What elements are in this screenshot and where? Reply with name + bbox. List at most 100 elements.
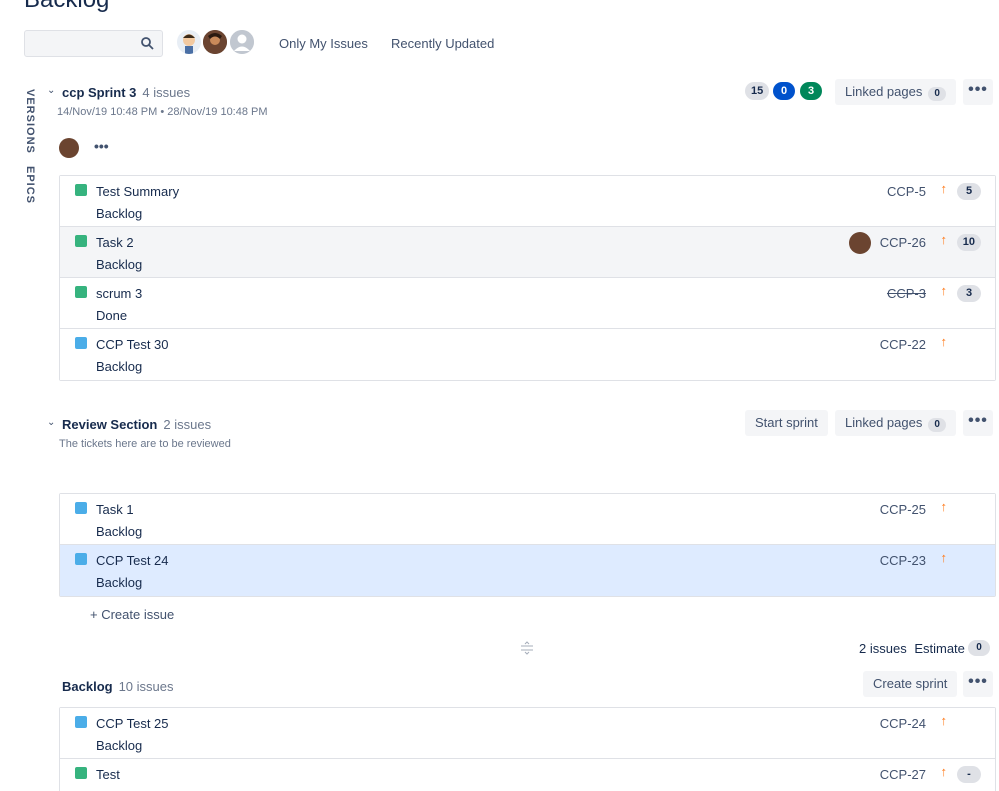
- sidebar-tab-epics[interactable]: EPICS: [24, 166, 36, 204]
- review-issue-list: Task 1 Backlog CCP-25 ↑ CCP Test 24 Back…: [59, 493, 996, 597]
- more-actions-button[interactable]: •••: [963, 671, 993, 697]
- list-item[interactable]: Task 2 Backlog CCP-26 ↑ 10: [60, 227, 995, 278]
- issue-key[interactable]: CCP-26: [880, 235, 926, 250]
- priority-high-icon: ↑: [940, 713, 948, 728]
- footer-issue-count: 2 issues: [859, 641, 907, 656]
- backlog-issue-list: CCP Test 25 Backlog CCP-24 ↑ Test CCP-27…: [59, 707, 996, 791]
- issue-key[interactable]: CCP-25: [880, 502, 926, 517]
- drag-handle-icon[interactable]: [520, 641, 534, 655]
- list-item[interactable]: Task 1 Backlog CCP-25 ↑: [60, 494, 995, 545]
- linked-pages-count: 0: [928, 87, 946, 101]
- filter-only-my-issues[interactable]: Only My Issues: [279, 36, 368, 51]
- sprint-issue-list: Test Summary Backlog CCP-5 ↑ 5 Task 2 Ba…: [59, 175, 996, 381]
- status-badge-done: 3: [800, 82, 822, 100]
- task-icon: [75, 502, 87, 514]
- start-sprint-button[interactable]: Start sprint: [745, 410, 828, 436]
- issue-key[interactable]: CCP-27: [880, 767, 926, 782]
- priority-high-icon: ↑: [940, 232, 948, 247]
- review-footer: 2 issues Estimate: [859, 641, 965, 656]
- linked-pages-button[interactable]: Linked pages 0: [835, 79, 956, 105]
- priority-high-icon: ↑: [940, 181, 948, 196]
- backlog-name: Backlog: [62, 679, 113, 694]
- backlog-issue-count: 10 issues: [118, 679, 174, 694]
- avatar[interactable]: [201, 28, 229, 56]
- search-input[interactable]: [24, 30, 163, 57]
- priority-high-icon: ↑: [940, 764, 948, 779]
- task-icon: [75, 337, 87, 349]
- task-icon: [75, 553, 87, 565]
- list-item[interactable]: CCP Test 25 Backlog CCP-24 ↑: [60, 708, 995, 759]
- issue-title[interactable]: CCP Test 30: [96, 337, 169, 352]
- issue-title[interactable]: CCP Test 25: [96, 716, 169, 731]
- list-item[interactable]: scrum 3 Done CCP-3 ↑ 3: [60, 278, 995, 329]
- issue-status: Backlog: [96, 738, 143, 753]
- priority-high-icon: ↑: [940, 499, 948, 514]
- sidebar-tab-versions[interactable]: VERSIONS: [24, 89, 36, 154]
- issue-status: Backlog: [96, 575, 143, 590]
- issue-status: Backlog: [96, 524, 143, 539]
- issue-key[interactable]: CCP-24: [880, 716, 926, 731]
- page-title: Backlog: [24, 0, 109, 14]
- priority-high-icon: ↑: [940, 283, 948, 298]
- issue-title[interactable]: Test Summary: [96, 184, 179, 199]
- filter-recently-updated[interactable]: Recently Updated: [391, 36, 494, 51]
- create-issue-button[interactable]: + Create issue: [90, 607, 174, 622]
- list-item[interactable]: Test CCP-27 ↑ -: [60, 759, 995, 791]
- issue-title[interactable]: Task 1: [96, 502, 134, 517]
- linked-pages-label: Linked pages: [845, 84, 923, 99]
- sprint-dates: 14/Nov/19 10:48 PM • 28/Nov/19 10:48 PM: [57, 106, 268, 118]
- estimate-badge: 10: [956, 234, 981, 251]
- list-item[interactable]: CCP Test 30 Backlog CCP-22 ↑: [60, 329, 995, 380]
- backlog-header: Backlog 10 issues: [62, 678, 174, 696]
- chevron-down-icon[interactable]: ⌄: [47, 85, 55, 96]
- linked-pages-label: Linked pages: [845, 415, 923, 430]
- review-name: Review Section: [62, 417, 158, 432]
- priority-high-icon: ↑: [940, 334, 948, 349]
- issue-title[interactable]: scrum 3: [96, 286, 142, 301]
- story-icon: [75, 767, 87, 779]
- list-item[interactable]: CCP Test 24 Backlog CCP-23 ↑: [60, 545, 995, 596]
- story-icon: [75, 235, 87, 247]
- status-badge-inprogress: 0: [773, 82, 795, 100]
- issue-title[interactable]: CCP Test 24: [96, 553, 169, 568]
- avatar[interactable]: [59, 138, 79, 158]
- review-issue-count: 2 issues: [163, 417, 212, 432]
- avatar: [849, 232, 871, 254]
- linked-pages-button[interactable]: Linked pages 0: [835, 410, 956, 436]
- task-icon: [75, 716, 87, 728]
- footer-estimate-label: Estimate: [914, 641, 965, 656]
- estimate-badge: -: [957, 766, 981, 783]
- estimate-badge: 3: [957, 285, 981, 302]
- more-actions-button[interactable]: •••: [963, 79, 993, 105]
- more-icon[interactable]: •••: [94, 138, 109, 154]
- story-icon: [75, 286, 87, 298]
- issue-key[interactable]: CCP-22: [880, 337, 926, 352]
- linked-pages-count: 0: [928, 418, 946, 432]
- footer-estimate: 0: [968, 640, 990, 656]
- avatar[interactable]: [228, 28, 256, 56]
- issue-status: Backlog: [96, 206, 143, 221]
- review-header: Review Section 2 issues: [62, 416, 211, 434]
- avatar[interactable]: [175, 28, 203, 56]
- priority-high-icon: ↑: [940, 550, 948, 565]
- sprint-header: ccp Sprint 3 4 issues: [62, 84, 190, 102]
- more-actions-button[interactable]: •••: [963, 410, 993, 436]
- sprint-name: ccp Sprint 3: [62, 85, 137, 100]
- issue-key[interactable]: CCP-23: [880, 553, 926, 568]
- issue-status: Done: [96, 308, 128, 323]
- search-icon: [141, 37, 154, 50]
- list-item[interactable]: Test Summary Backlog CCP-5 ↑ 5: [60, 176, 995, 227]
- sprint-issue-count: 4 issues: [142, 85, 191, 100]
- chevron-down-icon[interactable]: ⌄: [47, 417, 55, 428]
- estimate-badge: 5: [957, 183, 981, 200]
- issue-status: Backlog: [96, 257, 143, 272]
- create-sprint-button[interactable]: Create sprint: [863, 671, 958, 697]
- issue-status: Backlog: [96, 359, 143, 374]
- status-badge-todo: 15: [745, 82, 770, 100]
- issue-title[interactable]: Test: [96, 767, 120, 782]
- issue-title[interactable]: Task 2: [96, 235, 134, 250]
- issue-key[interactable]: CCP-3: [887, 286, 926, 301]
- story-icon: [75, 184, 87, 196]
- issue-key[interactable]: CCP-5: [887, 184, 926, 199]
- review-subtitle: The tickets here are to be reviewed: [59, 438, 231, 450]
